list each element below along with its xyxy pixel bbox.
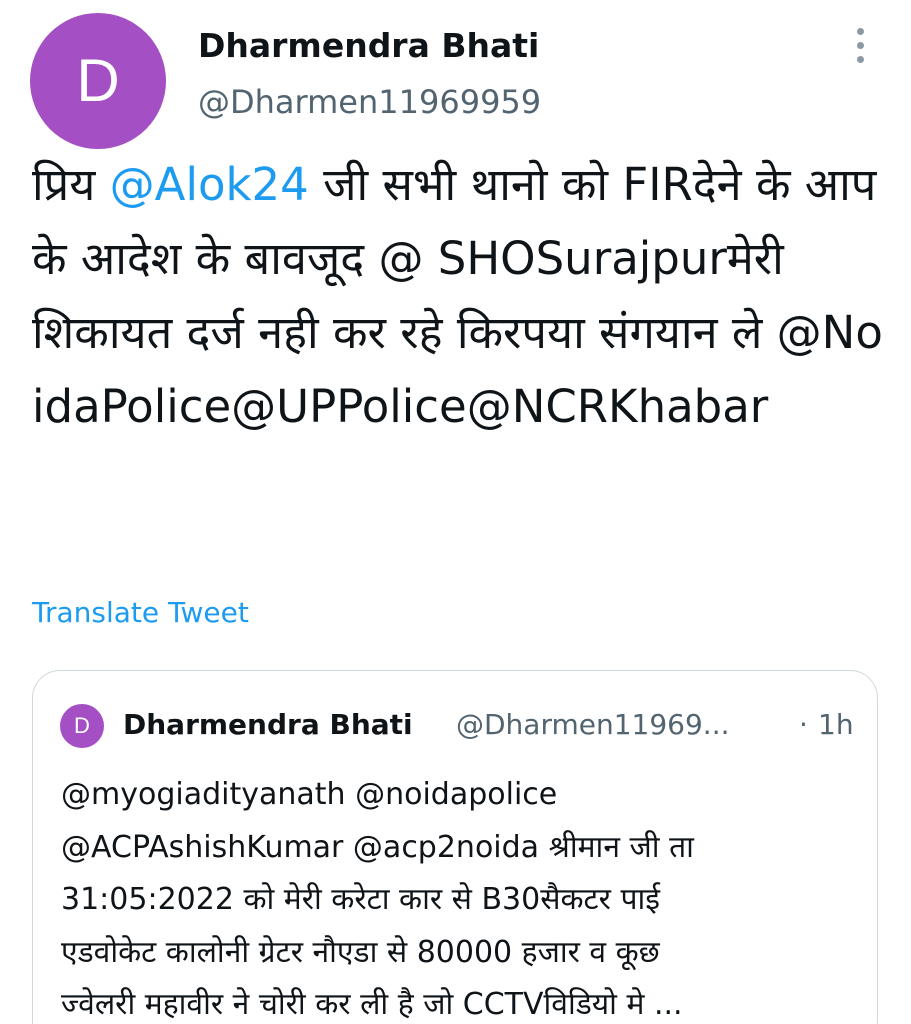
quoted-text-line: एडवोकेट कालोनी ग्रेटर नौएडा से 80000 हजा…: [61, 934, 660, 970]
tweet: D Dharmendra Bhati @Dharmen11969959 प्रि…: [0, 0, 911, 1024]
author-avatar[interactable]: D: [30, 13, 166, 149]
author-handle[interactable]: @Dharmen11969959: [198, 80, 541, 124]
more-vertical-icon[interactable]: [843, 26, 877, 66]
more-dot: [857, 28, 864, 35]
separator-dot: ·: [799, 708, 808, 741]
tweet-text-segment: प्रिय: [32, 158, 110, 211]
tweet-text: प्रिय @Alok24 जी सभी थानो को FIRदेने के …: [32, 148, 892, 444]
quoted-tweet-text: @myogiadityanath @noidapolice @ACPAshish…: [61, 769, 861, 1024]
quoted-author-avatar[interactable]: D: [60, 704, 104, 748]
mention-link[interactable]: @Alok24: [110, 158, 309, 211]
author-name[interactable]: Dharmendra Bhati: [198, 24, 539, 68]
more-dot: [857, 42, 864, 49]
quoted-text-line: 31:05:2022 को मेरी करेटा कार से B30सैकटर…: [61, 882, 661, 917]
quoted-author-name[interactable]: Dharmendra Bhati: [123, 704, 413, 746]
quoted-text-line: @ACPAshishKumar @acp2noida श्रीमान जी ता: [61, 829, 694, 865]
quoted-timestamp[interactable]: 1h: [818, 704, 854, 746]
quoted-tweet-card[interactable]: D Dharmendra Bhati @Dharmen11969... · 1h…: [32, 670, 878, 1024]
quoted-text-line: @myogiadityanath @noidapolice: [61, 777, 558, 812]
quoted-text-line: ज्वेलरी महावीर ने चोरी कर ली है जो CCTVव…: [61, 987, 683, 1022]
more-dot: [857, 56, 864, 63]
translate-tweet-link[interactable]: Translate Tweet: [32, 592, 249, 634]
quoted-author-handle[interactable]: @Dharmen11969...: [456, 704, 754, 746]
